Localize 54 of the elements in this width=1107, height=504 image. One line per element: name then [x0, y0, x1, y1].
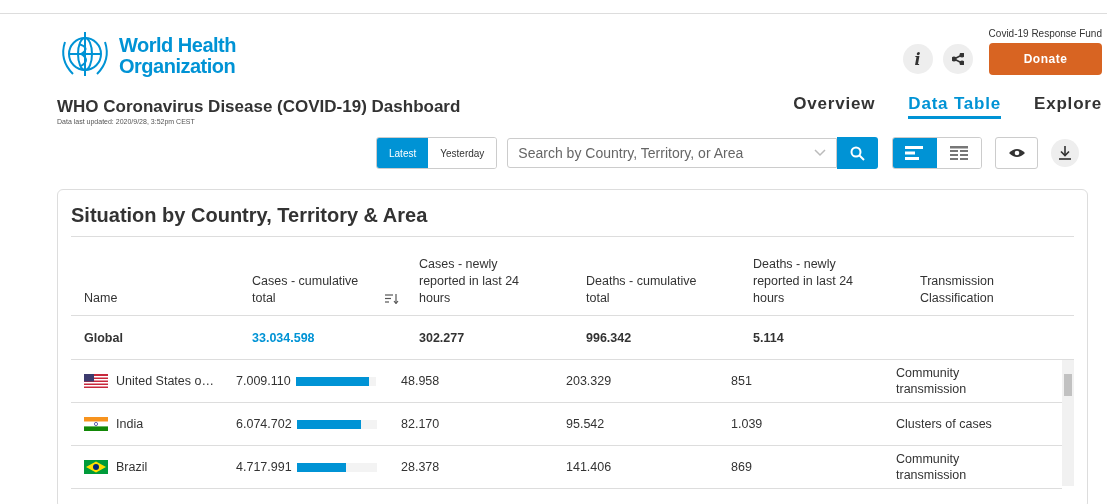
country-name[interactable]: India	[116, 416, 144, 432]
donate-button[interactable]: Donate	[989, 43, 1102, 75]
sort-icon[interactable]	[385, 294, 399, 304]
download-icon	[1059, 146, 1072, 160]
chevron-down-icon	[814, 149, 827, 157]
table-cell: 1.039	[731, 416, 763, 432]
table-cell: 869	[731, 459, 752, 475]
card-title: Situation by Country, Territory & Area	[71, 190, 1074, 237]
column-header[interactable]: Deaths - cumulative total	[586, 273, 711, 307]
column-header[interactable]: Cases - cumulative total	[252, 273, 377, 307]
search-button[interactable]	[837, 137, 879, 169]
table-cell: 48.958	[401, 373, 440, 389]
column-header[interactable]: Transmission Classification	[920, 273, 1045, 307]
country-name[interactable]: United States o…	[116, 373, 214, 389]
nav-tab[interactable]: Overview	[793, 94, 876, 119]
flag-icon	[84, 374, 108, 388]
download-button[interactable]	[1051, 139, 1080, 167]
table-cell: 95.542	[566, 416, 605, 432]
table-cell-text: 33.034.598	[252, 330, 316, 345]
info-button[interactable]: i	[902, 44, 933, 74]
table-cell-text: Global	[83, 330, 124, 345]
table-cell: 4.717.991	[236, 459, 292, 475]
eye-icon	[1008, 148, 1025, 158]
visibility-button[interactable]	[995, 137, 1039, 169]
response-fund-label: Covid-19 Response Fund	[988, 28, 1102, 39]
table-cell: 7.009.110	[236, 373, 291, 389]
table-cell: 851	[731, 373, 752, 389]
table-cell: 203.329	[566, 373, 612, 389]
table-cell-text: 996.342	[586, 330, 633, 345]
table-cell-text: Community transmission	[896, 365, 968, 397]
flag-icon	[84, 460, 108, 474]
bar-chart-icon	[905, 146, 926, 160]
column-header[interactable]: Name	[84, 290, 118, 307]
table-cell: 6.074.702	[236, 416, 292, 432]
search-icon	[850, 145, 866, 161]
table-cell: 28.378	[401, 459, 440, 475]
share-icon	[951, 53, 964, 65]
country-name[interactable]: Brazil	[116, 459, 148, 475]
table-cell: Clusters of cases	[896, 416, 992, 432]
search-field[interactable]: Search by Country, Territory, or Area	[507, 138, 838, 168]
scrollbar[interactable]	[1062, 360, 1074, 486]
flag-icon	[84, 417, 108, 431]
table-cell-text: 5.114	[753, 330, 785, 345]
table-cell-text: Community transmission	[896, 451, 968, 483]
table-icon	[950, 146, 969, 160]
table-cell-text: 302.277	[419, 330, 466, 345]
table-cell: 141.406	[566, 459, 612, 475]
dashboard-title: WHO Coronavirus Disease (COVID-19) Dashboard	[57, 97, 461, 117]
column-header[interactable]: Cases - newly reported in last 24 hours	[419, 256, 544, 307]
share-button[interactable]	[942, 44, 973, 74]
table-cell: 82.170	[401, 416, 440, 432]
bar-view-button[interactable]	[893, 138, 938, 168]
nav-tab[interactable]: Explore	[1034, 94, 1102, 119]
column-header[interactable]: Deaths - newly reported in last 24 hours	[753, 256, 878, 307]
